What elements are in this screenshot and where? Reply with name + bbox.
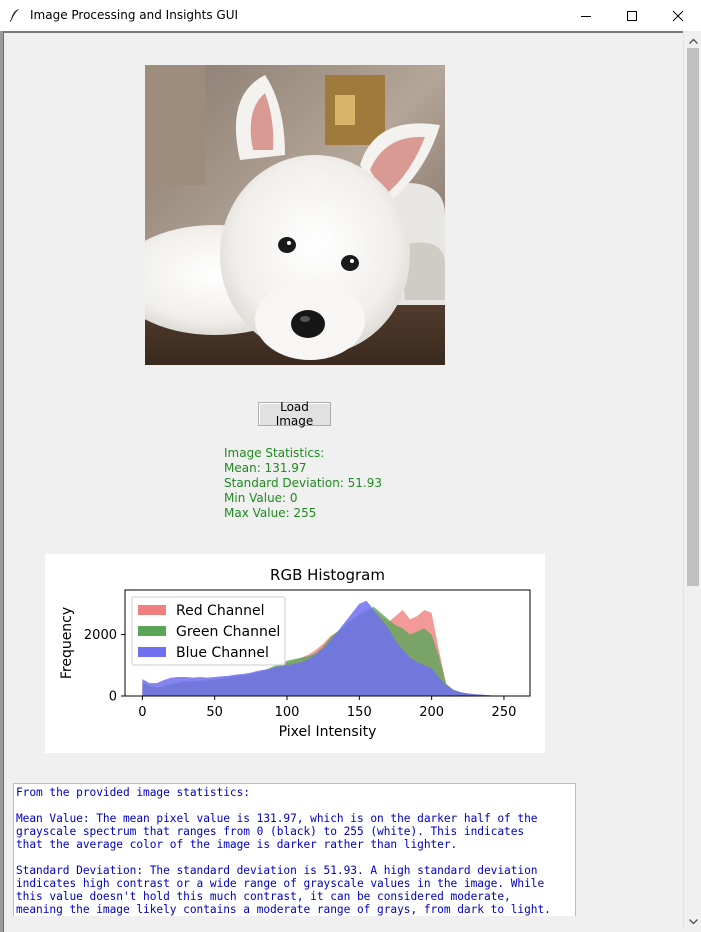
window-frame-inner [3,31,4,932]
minimize-button[interactable] [563,0,609,31]
chart-title: RGB Histogram [270,566,385,584]
x-tick-label: 100 [275,705,300,720]
scroll-up-button[interactable] [684,31,701,48]
vertical-scrollbar[interactable] [683,31,701,929]
legend-label: Blue Channel [176,645,269,661]
image-statistics: Image Statistics: Mean: 131.97 Standard … [224,446,382,521]
load-image-button[interactable]: Load Image [258,400,331,428]
stats-std: Standard Deviation: 51.93 [224,476,383,490]
legend-label: Red Channel [176,603,265,619]
y-axis-label: Frequency [59,607,75,679]
chevron-down-icon [688,912,698,930]
x-tick-label: 200 [419,705,444,720]
maximize-icon [626,10,638,22]
chevron-up-icon [688,31,698,49]
legend-swatch [138,626,166,636]
legend-swatch [138,647,166,657]
app-window: Image Processing and Insights GUI Load I… [0,0,701,932]
stats-min: Min Value: 0 [224,491,298,505]
y-tick-label: 2000 [84,628,117,643]
close-icon [672,10,684,22]
scroll-down-button[interactable] [684,912,701,929]
minimize-icon [580,10,592,22]
stats-max: Max Value: 255 [224,506,317,520]
maximize-button[interactable] [609,0,655,31]
window-title: Image Processing and Insights GUI [30,8,239,22]
scroll-thumb[interactable] [687,48,699,586]
feather-icon [8,8,22,22]
content-border [3,31,684,33]
title-bar[interactable]: Image Processing and Insights GUI [0,0,701,32]
dog-photo [145,65,445,365]
x-axis-label: Pixel Intensity [279,724,377,740]
close-button[interactable] [655,0,701,31]
x-tick-label: 50 [206,705,223,720]
x-tick-label: 150 [347,705,372,720]
legend-swatch [138,605,166,615]
x-tick-label: 0 [138,705,146,720]
rgb-histogram-chart: 0 50 100 150 200 250 0 2000 RGB Histogram Pixel I… [45,554,545,753]
y-tick-label: 0 [109,690,117,705]
x-tick-label: 250 [492,705,517,720]
histogram-svg: 0 50 100 150 200 250 0 2000 RGB Histogram Pixel I… [59,566,531,740]
legend-label: Green Channel [176,624,280,640]
stats-header: Image Statistics: [224,446,325,460]
insights-textbox[interactable]: From the provided image statistics: Mean… [13,783,576,916]
insights-text: From the provided image statistics: Mean… [16,786,551,916]
stats-mean: Mean: 131.97 [224,461,307,475]
